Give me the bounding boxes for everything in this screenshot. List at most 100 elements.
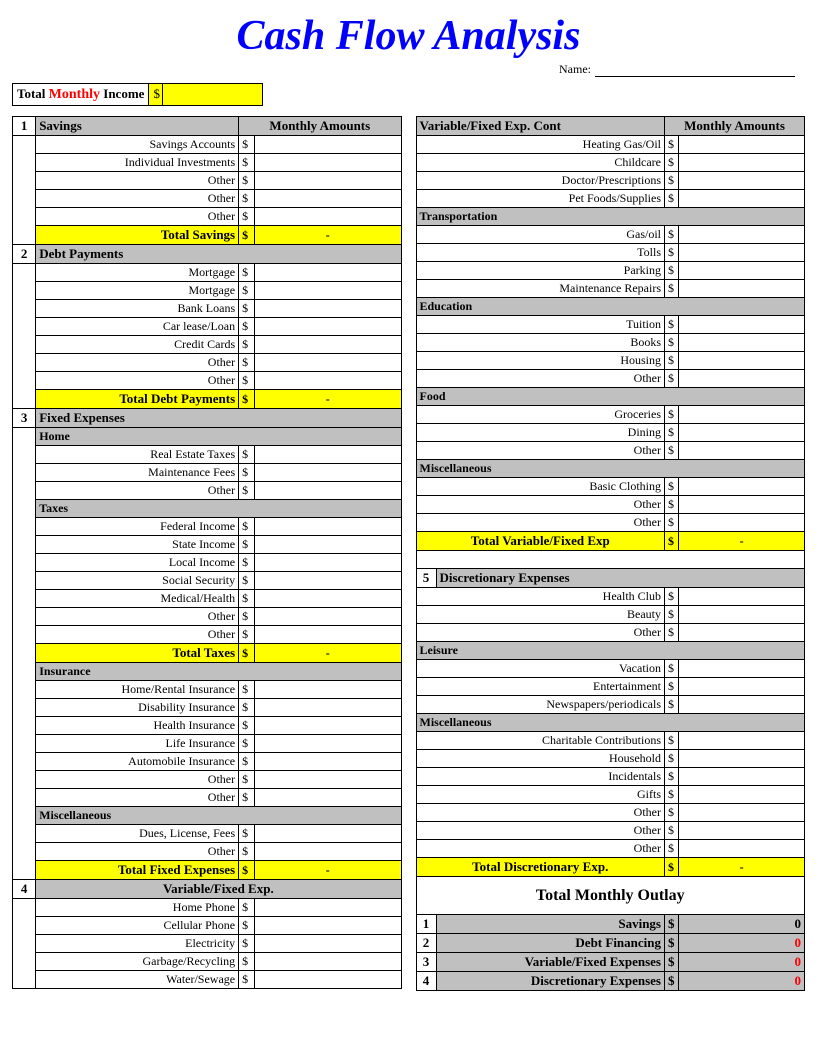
amount-input[interactable] xyxy=(679,424,805,442)
amount-input[interactable] xyxy=(254,190,401,208)
item-label: Tolls xyxy=(416,244,665,262)
amount-input[interactable] xyxy=(679,244,805,262)
item-label: Health Insurance xyxy=(36,717,239,735)
section-4-title: Variable/Fixed Exp. xyxy=(36,880,401,899)
amount-input[interactable] xyxy=(679,750,805,768)
amount-input[interactable] xyxy=(679,406,805,424)
amount-input[interactable] xyxy=(679,804,805,822)
amount-input[interactable] xyxy=(254,354,401,372)
amount-input[interactable] xyxy=(254,789,401,807)
amount-input[interactable] xyxy=(254,318,401,336)
item-label: Other xyxy=(416,822,665,840)
amount-input[interactable] xyxy=(254,300,401,318)
amount-input[interactable] xyxy=(254,554,401,572)
amount-input[interactable] xyxy=(254,172,401,190)
total-fixed-value: - xyxy=(254,861,401,880)
amount-input[interactable] xyxy=(679,478,805,496)
item-label: Maintenance Repairs xyxy=(416,280,665,298)
amount-input[interactable] xyxy=(679,606,805,624)
amount-input[interactable] xyxy=(679,316,805,334)
amount-input[interactable] xyxy=(254,590,401,608)
item-label: Other xyxy=(36,843,239,861)
amount-input[interactable] xyxy=(679,822,805,840)
amount-input[interactable] xyxy=(679,154,805,172)
amount-input[interactable] xyxy=(254,917,401,935)
subheader-taxes: Taxes xyxy=(36,500,401,518)
amount-input[interactable] xyxy=(679,136,805,154)
amount-input[interactable] xyxy=(679,678,805,696)
item-label: Other xyxy=(416,840,665,858)
amount-input[interactable] xyxy=(679,786,805,804)
amount-input[interactable] xyxy=(254,136,401,154)
amount-input[interactable] xyxy=(254,735,401,753)
amount-input[interactable] xyxy=(254,825,401,843)
item-label: Social Security xyxy=(36,572,239,590)
item-label: Home/Rental Insurance xyxy=(36,681,239,699)
amount-input[interactable] xyxy=(679,696,805,714)
item-label: Other xyxy=(416,496,665,514)
amount-input[interactable] xyxy=(679,226,805,244)
amount-input[interactable] xyxy=(254,336,401,354)
amount-input[interactable] xyxy=(254,699,401,717)
amount-input[interactable] xyxy=(679,352,805,370)
name-input-line[interactable] xyxy=(595,63,795,77)
amount-input[interactable] xyxy=(254,372,401,390)
item-label: Tuition xyxy=(416,316,665,334)
section-1-number: 1 xyxy=(13,117,36,136)
amount-input[interactable] xyxy=(254,935,401,953)
amount-input[interactable] xyxy=(679,624,805,642)
amount-input[interactable] xyxy=(679,190,805,208)
right-table: Variable/Fixed Exp. Cont Monthly Amounts… xyxy=(416,116,806,991)
amount-input[interactable] xyxy=(254,681,401,699)
income-amount-input[interactable] xyxy=(163,83,263,106)
amount-input[interactable] xyxy=(254,626,401,644)
amount-input[interactable] xyxy=(254,608,401,626)
amount-input[interactable] xyxy=(679,262,805,280)
page-title: Cash Flow Analysis xyxy=(12,12,805,60)
item-label: Household xyxy=(416,750,665,768)
amount-input[interactable] xyxy=(254,971,401,989)
amount-input[interactable] xyxy=(679,280,805,298)
item-label: Other xyxy=(416,370,665,388)
amount-input[interactable] xyxy=(254,446,401,464)
amount-input[interactable] xyxy=(254,753,401,771)
amount-input[interactable] xyxy=(254,953,401,971)
amount-input[interactable] xyxy=(254,482,401,500)
amount-input[interactable] xyxy=(679,370,805,388)
amount-input[interactable] xyxy=(679,172,805,190)
amount-input[interactable] xyxy=(679,732,805,750)
outlay-row-num: 2 xyxy=(416,934,436,953)
amount-input[interactable] xyxy=(679,334,805,352)
amount-input[interactable] xyxy=(679,840,805,858)
amount-input[interactable] xyxy=(679,768,805,786)
amount-input[interactable] xyxy=(679,496,805,514)
left-table: 1 Savings Monthly Amounts Savings Accoun… xyxy=(12,116,402,989)
section-3-title: Fixed Expenses xyxy=(36,409,401,428)
amount-input[interactable] xyxy=(254,264,401,282)
amount-input[interactable] xyxy=(679,588,805,606)
amount-input[interactable] xyxy=(254,899,401,917)
amount-input[interactable] xyxy=(254,717,401,735)
item-label: Other xyxy=(416,514,665,532)
amount-input[interactable] xyxy=(254,208,401,226)
subheader-education: Education xyxy=(416,298,805,316)
amount-input[interactable] xyxy=(254,843,401,861)
item-label: Books xyxy=(416,334,665,352)
amount-input[interactable] xyxy=(254,464,401,482)
item-label: Gas/oil xyxy=(416,226,665,244)
item-label: Bank Loans xyxy=(36,300,239,318)
amount-input[interactable] xyxy=(679,660,805,678)
amount-input[interactable] xyxy=(254,536,401,554)
amount-input[interactable] xyxy=(254,771,401,789)
total-taxes-value: - xyxy=(254,644,401,663)
amount-input[interactable] xyxy=(254,518,401,536)
outlay-row-num: 1 xyxy=(416,915,436,934)
amount-input[interactable] xyxy=(679,442,805,460)
item-label: Beauty xyxy=(416,606,665,624)
amount-input[interactable] xyxy=(254,572,401,590)
total-variable-fixed-value: - xyxy=(679,532,805,551)
amount-input[interactable] xyxy=(254,154,401,172)
item-label: Maintenance Fees xyxy=(36,464,239,482)
amount-input[interactable] xyxy=(254,282,401,300)
amount-input[interactable] xyxy=(679,514,805,532)
